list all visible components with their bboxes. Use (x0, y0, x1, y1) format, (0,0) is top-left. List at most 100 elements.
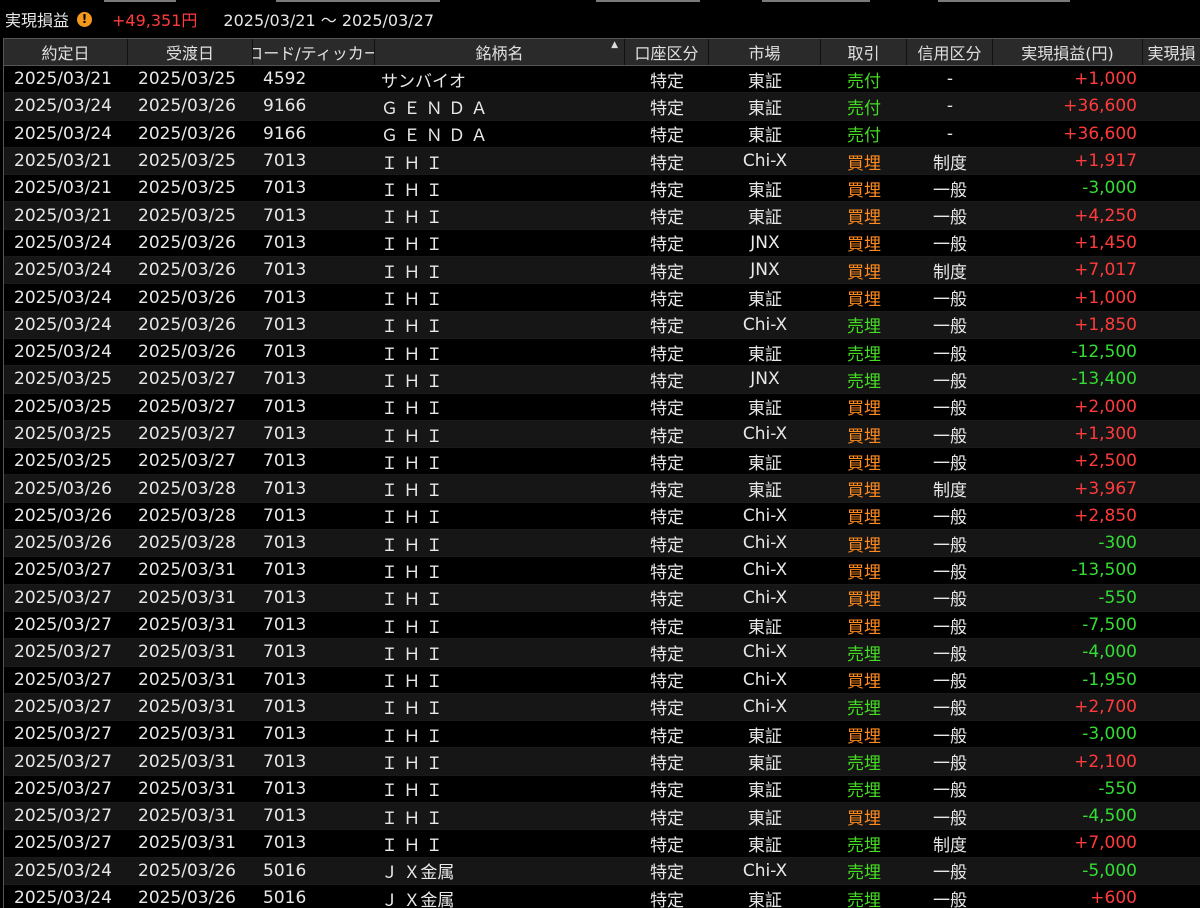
account-type: 特定 (650, 453, 684, 474)
header-trade-type[interactable]: 取引 (821, 39, 907, 65)
account-type: 特定 (650, 590, 684, 611)
table-row[interactable]: 2025/03/27 2025/03/31 7013 Ｉ Ｈ Ｉ 特定 Chi-X 買埋 一般… (4, 557, 1200, 585)
market: 東証 (748, 781, 782, 802)
settlement-date: 2025/03/26 (138, 888, 236, 908)
header-settlement-date[interactable]: 受渡日 (128, 39, 253, 65)
header-account-type[interactable]: 口座区分 (625, 39, 709, 65)
ticker-code: 7013 (263, 396, 307, 417)
margin-type: 一般 (933, 590, 967, 611)
header-trade-date[interactable]: 約定日 (4, 39, 128, 65)
market: Chi-X (742, 860, 788, 881)
header-code[interactable]: コード/ティッカー (253, 39, 375, 65)
table-row[interactable]: 2025/03/24 2025/03/26 7013 Ｉ Ｈ Ｉ 特定 JNX 買埋 一般 +1… (4, 229, 1200, 258)
table-row[interactable]: 2025/03/27 2025/03/31 7013 Ｉ Ｈ Ｉ 特定 Chi-X 売埋 一般… (4, 693, 1200, 722)
table-row[interactable]: 2025/03/24 2025/03/26 7013 Ｉ Ｈ Ｉ 特定 東証 売埋 一般 -12… (4, 338, 1200, 367)
account-type: 特定 (650, 235, 684, 256)
table-row[interactable]: 2025/03/21 2025/03/25 7013 Ｉ Ｈ Ｉ 特定 東証 買埋 一般 -3,… (4, 175, 1200, 203)
realized-pnl-total: +49,351円 (112, 11, 198, 30)
table-row[interactable]: 2025/03/24 2025/03/26 5016 Ｊ Ｘ金属 特定 Chi-X 売埋 一般… (4, 857, 1200, 885)
header-market[interactable]: 市場 (709, 39, 821, 65)
trade-date: 2025/03/24 (14, 860, 112, 881)
date-range[interactable]: 2025/03/21 ～ 2025/03/27 (223, 7, 434, 31)
table-row[interactable]: 2025/03/25 2025/03/27 7013 Ｉ Ｈ Ｉ 特定 東証 買埋 一般 +2,… (4, 393, 1200, 421)
table-row[interactable]: 2025/03/26 2025/03/28 7013 Ｉ Ｈ Ｉ 特定 Chi-X 買埋 一般… (4, 530, 1200, 558)
table-row[interactable]: 2025/03/27 2025/03/31 7013 Ｉ Ｈ Ｉ 特定 Chi-X 売埋 一般… (4, 639, 1200, 667)
market: 東証 (748, 399, 782, 420)
table-row[interactable]: 2025/03/24 2025/03/26 7013 Ｉ Ｈ Ｉ 特定 東証 買埋 一般 +1,… (4, 284, 1200, 312)
table-row[interactable]: 2025/03/24 2025/03/26 7013 Ｉ Ｈ Ｉ 特定 JNX 買埋 制度 +7… (4, 257, 1200, 285)
table-row[interactable]: 2025/03/24 2025/03/26 5016 Ｊ Ｘ金属 特定 東証 売埋 一般 +60… (4, 884, 1200, 908)
realized-pnl-extra (1143, 312, 1200, 338)
trade-date: 2025/03/27 (14, 696, 112, 717)
table-row[interactable]: 2025/03/27 2025/03/31 7013 Ｉ Ｈ Ｉ 特定 東証 買埋 一般 -7,… (4, 611, 1200, 640)
table-row[interactable]: 2025/03/21 2025/03/25 4592 サンバイオ 特定 東証 売付 - +1,0… (4, 66, 1200, 94)
trade-date: 2025/03/24 (14, 287, 112, 308)
realized-pnl-extra (1143, 830, 1200, 856)
settlement-date: 2025/03/31 (138, 642, 236, 663)
table-row[interactable]: 2025/03/21 2025/03/25 7013 Ｉ Ｈ Ｉ 特定 Chi-X 買埋 制度… (4, 147, 1200, 176)
table-row[interactable]: 2025/03/24 2025/03/26 7013 Ｉ Ｈ Ｉ 特定 Chi-X 売埋 一般… (4, 311, 1200, 339)
table-row[interactable]: 2025/03/25 2025/03/27 7013 Ｉ Ｈ Ｉ 特定 Chi-X 買埋 一般… (4, 420, 1200, 449)
header-label: 約定日 (41, 44, 90, 63)
market: 東証 (748, 208, 782, 229)
realized-pnl: +1,450 (1074, 232, 1137, 253)
trade-type: 売埋 (847, 754, 881, 775)
market: Chi-X (742, 642, 788, 663)
ticker-code: 7013 (263, 287, 307, 308)
market: JNX (750, 232, 780, 253)
realized-pnl: +3,967 (1074, 478, 1137, 499)
table-row[interactable]: 2025/03/27 2025/03/31 7013 Ｉ Ｈ Ｉ 特定 東証 買埋 一般 -3,… (4, 721, 1200, 749)
header-realized-pnl-extra[interactable]: 実現損 (1143, 39, 1200, 65)
table-row[interactable]: 2025/03/24 2025/03/26 9166 Ｇ Ｅ Ｎ Ｄ Ａ 特定 東証 売付 -… (4, 120, 1200, 148)
table-row[interactable]: 2025/03/26 2025/03/28 7013 Ｉ Ｈ Ｉ 特定 東証 買埋 制度 +3,… (4, 475, 1200, 503)
header-label: 信用区分 (917, 44, 982, 63)
market: Chi-X (742, 696, 788, 717)
table-row[interactable]: 2025/03/27 2025/03/31 7013 Ｉ Ｈ Ｉ 特定 東証 売埋 一般 +2,… (4, 748, 1200, 776)
table-row[interactable]: 2025/03/25 2025/03/27 7013 Ｉ Ｈ Ｉ 特定 東証 買埋 一般 +2,… (4, 448, 1200, 476)
market: 東証 (748, 890, 782, 908)
header-realized-pnl[interactable]: 実現損益(円) (993, 39, 1143, 65)
settlement-date: 2025/03/26 (138, 260, 236, 281)
settlement-date: 2025/03/31 (138, 778, 236, 799)
security-name: Ｉ Ｈ Ｉ (381, 535, 443, 556)
ticker-code: 7013 (263, 696, 307, 717)
top-divider (104, 0, 176, 2)
table-row[interactable]: 2025/03/27 2025/03/31 7013 Ｉ Ｈ Ｉ 特定 東証 売埋 一般 -55… (4, 775, 1200, 804)
margin-type: 一般 (933, 235, 967, 256)
table-row[interactable]: 2025/03/21 2025/03/25 7013 Ｉ Ｈ Ｉ 特定 東証 買埋 一般 +4,… (4, 202, 1200, 230)
table-row[interactable]: 2025/03/24 2025/03/26 9166 Ｇ Ｅ Ｎ Ｄ Ａ 特定 東証 売付 -… (4, 93, 1200, 121)
ticker-code: 7013 (263, 833, 307, 854)
realized-pnl-extra (1143, 366, 1200, 392)
settlement-date: 2025/03/25 (138, 178, 236, 199)
market: Chi-X (742, 151, 788, 172)
realized-pnl-extra (1143, 776, 1200, 802)
table-row[interactable]: 2025/03/27 2025/03/31 7013 Ｉ Ｈ Ｉ 特定 Chi-X 買埋 一般… (4, 666, 1200, 694)
table-row[interactable]: 2025/03/26 2025/03/28 7013 Ｉ Ｈ Ｉ 特定 Chi-X 買埋 一般… (4, 502, 1200, 531)
table-row[interactable]: 2025/03/27 2025/03/31 7013 Ｉ Ｈ Ｉ 特定 Chi-X 買埋 一般… (4, 584, 1200, 612)
security-name: Ｉ Ｈ Ｉ (381, 235, 443, 256)
header-name[interactable]: 銘柄名 ▲ (375, 39, 625, 65)
header-label: 口座区分 (634, 44, 699, 63)
trade-date: 2025/03/21 (14, 69, 112, 90)
sort-ascending-icon[interactable]: ▲ (611, 40, 618, 50)
realized-pnl-table[interactable]: 約定日 受渡日 コード/ティッカー 銘柄名 ▲ 口座区分 市場 取引 信用区分 実現損益(円) 実現… (3, 38, 1200, 908)
trade-date: 2025/03/27 (14, 724, 112, 745)
ticker-code: 7013 (263, 560, 307, 581)
warning-icon[interactable]: ! (77, 11, 93, 27)
table-row[interactable]: 2025/03/27 2025/03/31 7013 Ｉ Ｈ Ｉ 特定 東証 買埋 一般 -4,… (4, 803, 1200, 831)
header-margin-type[interactable]: 信用区分 (907, 39, 993, 65)
settlement-date: 2025/03/26 (138, 232, 236, 253)
realized-pnl-extra (1143, 394, 1200, 420)
realized-pnl: +2,500 (1074, 451, 1137, 472)
trade-date: 2025/03/27 (14, 669, 112, 690)
settlement-date: 2025/03/26 (138, 287, 236, 308)
account-type: 特定 (650, 290, 684, 311)
account-type: 特定 (650, 98, 684, 119)
trade-type: 買埋 (847, 399, 881, 420)
table-row[interactable]: 2025/03/27 2025/03/31 7013 Ｉ Ｈ Ｉ 特定 東証 売埋 制度 +7,… (4, 830, 1200, 858)
top-divider (938, 0, 1070, 2)
trade-type: 買埋 (847, 208, 881, 229)
table-row[interactable]: 2025/03/25 2025/03/27 7013 Ｉ Ｈ Ｉ 特定 JNX 売埋 一般 -1… (4, 366, 1200, 394)
trade-date: 2025/03/27 (14, 560, 112, 581)
margin-type: - (946, 96, 954, 117)
